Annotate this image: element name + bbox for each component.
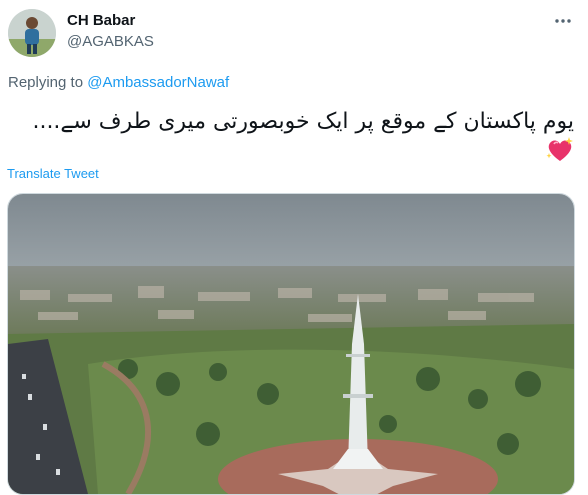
more-options-button[interactable] <box>552 10 574 32</box>
minar-e-pakistan-aerial-photo <box>8 194 574 494</box>
tweet-photo[interactable] <box>7 193 575 495</box>
replying-to-label: Replying to <box>8 74 88 91</box>
reply-mention-link[interactable]: @AmbassadorNawaf <box>87 74 229 91</box>
replying-to-line: Replying to @AmbassadorNawaf <box>8 74 229 91</box>
more-options-icon <box>555 19 571 23</box>
avatar[interactable] <box>8 9 56 57</box>
author-display-name[interactable]: CH Babar <box>67 12 135 29</box>
sparkling-heart-icon <box>545 135 575 165</box>
author-handle[interactable]: @AGABKAS <box>67 33 154 50</box>
translate-tweet-link[interactable]: Translate Tweet <box>7 166 99 181</box>
tweet-card: CH Babar @AGABKAS Replying to @Ambassado… <box>0 0 588 495</box>
avatar-person-icon <box>8 9 56 57</box>
tweet-text: یوم پاکستان کے موقع پر ایک خوبصورتی میری… <box>32 109 574 134</box>
